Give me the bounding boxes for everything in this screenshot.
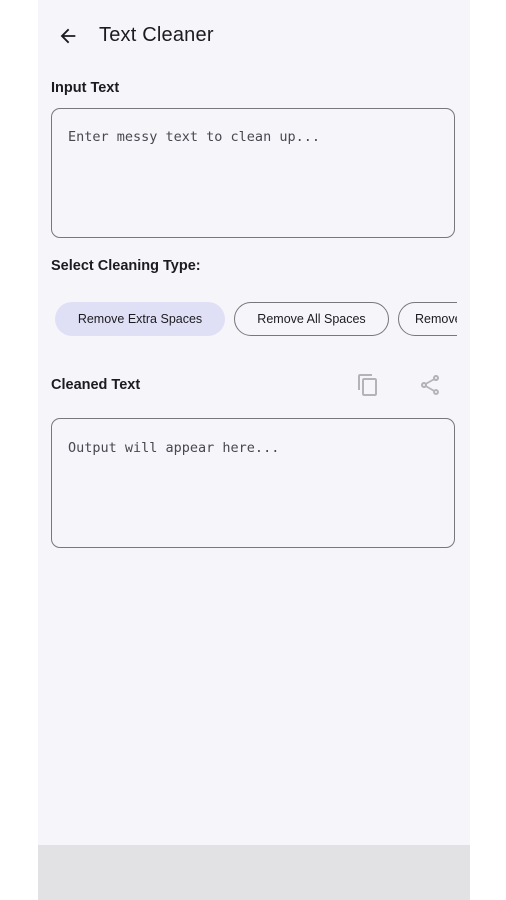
cleaning-type-label: Select Cleaning Type: — [51, 258, 201, 274]
back-button[interactable] — [52, 20, 84, 52]
output-placeholder: Output will appear here... — [68, 440, 280, 456]
cleaned-text-label: Cleaned Text — [51, 377, 141, 393]
bottom-navigation-bar — [38, 845, 470, 900]
input-text-label: Input Text — [51, 80, 120, 96]
share-icon — [421, 375, 439, 395]
chip-remove-all-spaces[interactable]: Remove All Spaces — [234, 302, 389, 336]
chip-remove-extra-spaces[interactable]: Remove Extra Spaces — [55, 302, 225, 336]
output-text-field[interactable]: Output will appear here... — [51, 418, 455, 548]
page-title: Text Cleaner — [99, 24, 214, 46]
cleaning-type-chips: Remove Extra Spaces Remove All Spaces Re… — [51, 300, 457, 338]
copy-button[interactable] — [351, 368, 385, 402]
top-app-bar: Text Cleaner — [38, 0, 470, 70]
chip-remove-partial[interactable]: Remove — [398, 302, 457, 336]
share-button[interactable] — [413, 368, 447, 402]
arrow-back-icon — [60, 28, 76, 44]
copy-icon — [358, 374, 377, 396]
input-textarea[interactable] — [68, 129, 440, 225]
app-screen: Text Cleaner Input Text Select Cleaning … — [38, 0, 470, 900]
input-text-field[interactable] — [51, 108, 455, 238]
